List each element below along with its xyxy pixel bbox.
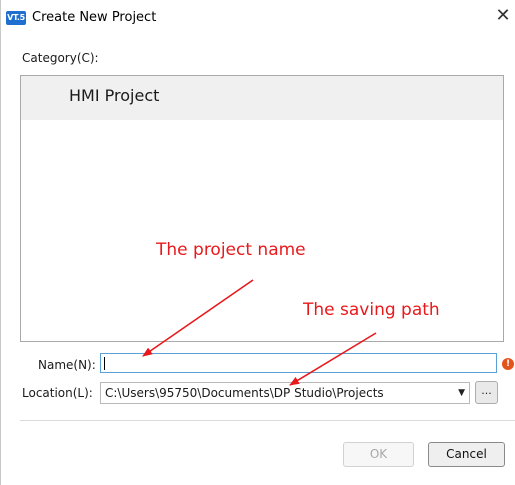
arrow-to-name-input [142, 279, 254, 357]
annotation-arrows [142, 279, 377, 386]
arrow-to-location [289, 332, 377, 386]
